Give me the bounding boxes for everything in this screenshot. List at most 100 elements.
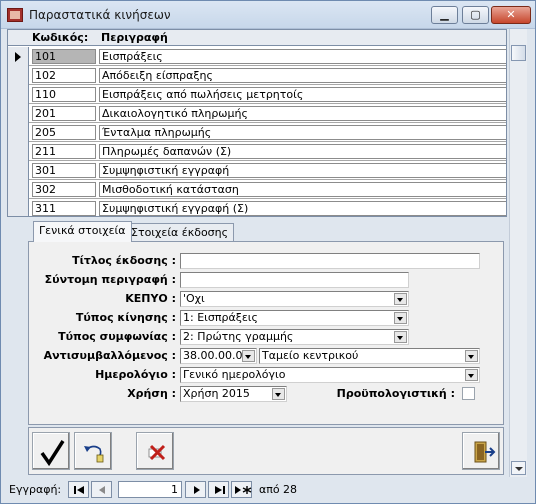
agreement-type-dropdown-icon[interactable] [394,331,407,343]
description-cell[interactable]: Συμψηφιστική εγγραφή (Σ) [99,201,506,216]
last-record-button[interactable] [208,481,229,498]
exit-door-icon [474,441,496,463]
record-selector[interactable] [8,47,29,66]
table-row[interactable]: 311 Συμψηφιστική εγγραφή (Σ) [8,199,506,216]
description-cell[interactable]: Δικαιολογητικό πληρωμής [99,106,506,121]
agreement-type-label: Τύπος συμφωνίας : [58,330,176,343]
scroll-down-button[interactable] [511,461,526,475]
next-record-button[interactable] [185,481,206,498]
code-cell[interactable]: 211 [32,144,96,159]
record-selector[interactable] [8,123,29,142]
issue-title-label: Τίτλος έκδοσης : [72,254,176,267]
code-cell[interactable]: 201 [32,106,96,121]
fiscal-year-dropdown-icon[interactable] [272,388,285,400]
table-row[interactable]: 301 Συμψηφιστική εγγραφή [8,161,506,180]
agreement-type-value: 2: Πρώτης γραμμής [183,330,294,343]
records-grid: Κωδικός: Περιγραφή 101 Εισπράξεις 102 Απόδε… [7,29,507,217]
budgetary-checkbox[interactable] [462,387,475,400]
code-cell[interactable]: 101 [32,49,96,64]
budgetary-label: Προϋπολογιστική : [336,387,455,400]
description-cell[interactable]: Εισπράξεις [99,49,506,64]
maximize-button[interactable]: ▢ [462,6,489,24]
record-selector[interactable] [8,66,29,85]
counterparty-label: Αντισυμβαλλόμενος : [43,349,176,362]
counterparty-name-value: Ταμείο κεντρικού [262,349,359,362]
scrollbar-thumb[interactable] [511,45,526,61]
table-row[interactable]: 302 Μισθοδοτική κατάσταση [8,180,506,199]
record-selector[interactable] [8,199,29,216]
table-row[interactable]: 211 Πληρωμές δαπανών (Σ) [8,142,506,161]
journal-label: Ημερολόγιο : [95,368,176,381]
first-record-button[interactable] [68,481,89,498]
close-button[interactable]: ✕ [491,6,531,24]
column-header-code: Κωδικός: [32,31,89,44]
table-row[interactable]: 110 Εισπράξεις από πωλήσεις μετρητοίς [8,85,506,104]
description-cell[interactable]: Ένταλμα πληρωμής [99,125,506,140]
grid-header: Κωδικός: Περιγραφή [8,30,506,46]
kepyo-dropdown-icon[interactable] [394,293,407,305]
exit-button[interactable] [462,432,500,470]
fiscal-year-label: Χρήση : [127,387,176,400]
record-navigator: Εγγραφή: 1 από 28 [1,481,535,501]
table-row[interactable]: 101 Εισπράξεις [8,47,506,66]
agreement-type-combo[interactable]: 2: Πρώτης γραμμής [180,329,409,345]
code-cell[interactable]: 301 [32,163,96,178]
minimize-button[interactable]: ▁ [431,6,458,24]
record-selector[interactable] [8,142,29,161]
of-label: από [259,483,280,496]
total-records: 28 [283,483,297,496]
save-button[interactable] [32,432,70,470]
first-record-icon [74,486,84,494]
description-cell[interactable]: Πληρωμές δαπανών (Σ) [99,144,506,159]
fiscal-year-combo[interactable]: Χρήση 2015 [180,386,287,402]
table-row[interactable]: 205 Ένταλμα πληρωμής [8,123,506,142]
code-cell[interactable]: 110 [32,87,96,102]
movement-type-combo[interactable]: 1: Εισπράξεις [180,310,409,326]
counterparty-name-dropdown-icon[interactable] [465,350,478,362]
description-cell[interactable]: Μισθοδοτική κατάσταση [99,182,506,197]
form-icon [7,8,23,22]
tab-issue-details[interactable]: Στοιχεία έκδοσης [125,223,235,242]
record-selector[interactable] [8,180,29,199]
new-record-icon [235,486,252,494]
undo-button[interactable] [74,432,112,470]
fiscal-year-value: Χρήση 2015 [183,387,250,400]
previous-record-icon [99,486,105,494]
checkmark-icon [40,440,65,467]
journal-value: Γενικό ημερολόγιο [183,368,286,381]
window-title: Παραστατικά κινήσεων [29,8,171,22]
journal-combo[interactable]: Γενικό ημερολόγιο [180,367,480,383]
record-selector[interactable] [8,85,29,104]
tab-general[interactable]: Γενικά στοιχεία [33,221,132,242]
description-cell[interactable]: Απόδειξη είσπραξης [99,68,506,83]
movement-type-dropdown-icon[interactable] [394,312,407,324]
code-cell[interactable]: 302 [32,182,96,197]
description-cell[interactable]: Συμψηφιστική εγγραφή [99,163,506,178]
movement-type-label: Τύπος κίνησης : [75,311,176,324]
code-cell[interactable]: 102 [32,68,96,83]
record-selector[interactable] [8,104,29,123]
vertical-scrollbar[interactable] [509,29,527,477]
table-row[interactable]: 102 Απόδειξη είσπραξης [8,66,506,85]
counterparty-name-combo[interactable]: Ταμείο κεντρικού [259,348,480,364]
counterparty-code-combo[interactable]: 38.00.00.00 [180,348,257,364]
delete-record-icon [148,444,166,461]
last-record-icon [215,486,225,494]
current-record-field[interactable]: 1 [118,481,182,498]
issue-title-field[interactable] [180,253,480,269]
previous-record-button[interactable] [91,481,112,498]
code-cell[interactable]: 311 [32,201,96,216]
counterparty-code-dropdown-icon[interactable] [242,350,255,362]
journal-dropdown-icon[interactable] [465,369,478,381]
table-row[interactable]: 201 Δικαιολογητικό πληρωμής [8,104,506,123]
record-selector[interactable] [8,161,29,180]
new-record-button[interactable] [231,481,252,498]
next-record-icon [194,486,200,494]
kepyo-combo[interactable]: 'Οχι [180,291,409,307]
delete-button[interactable] [136,432,174,470]
short-description-field[interactable] [180,272,409,288]
title-bar[interactable]: Παραστατικά κινήσεων ▁ ▢ ✕ [1,1,535,29]
code-cell[interactable]: 205 [32,125,96,140]
description-cell[interactable]: Εισπράξεις από πωλήσεις μετρητοίς [99,87,506,102]
short-description-label: Σύντομη περιγραφή : [44,273,176,286]
